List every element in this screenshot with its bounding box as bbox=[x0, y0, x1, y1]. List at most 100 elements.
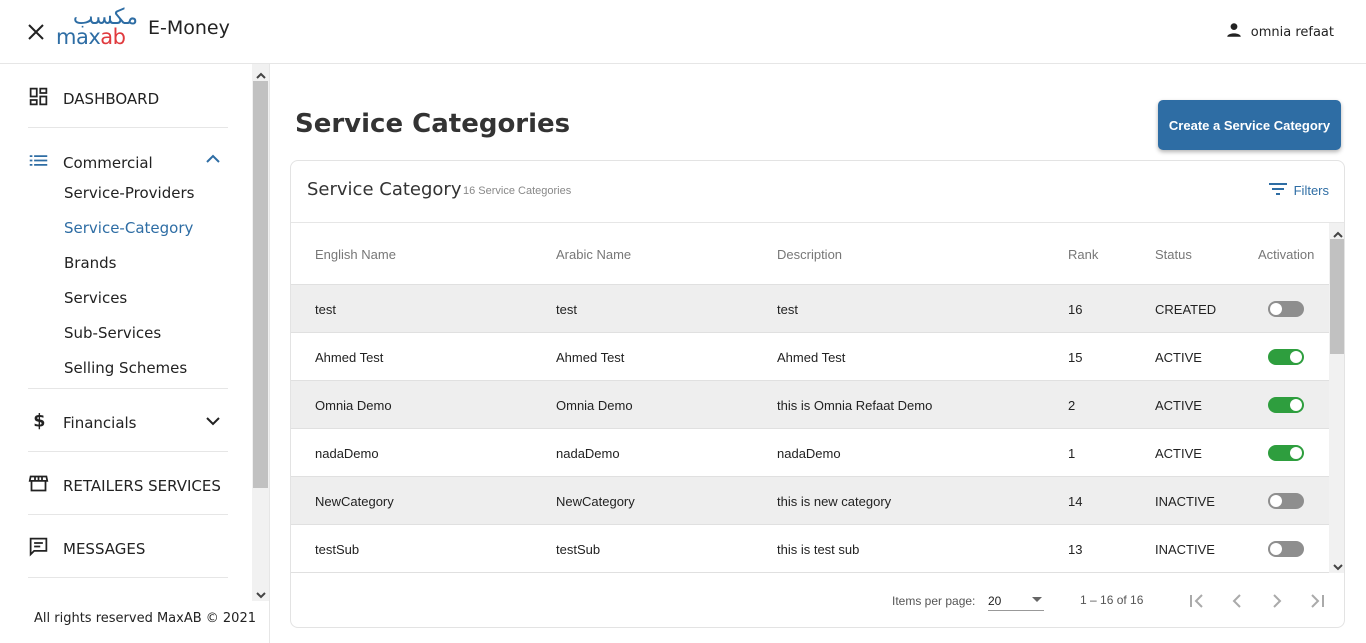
list-icon bbox=[28, 150, 49, 175]
cell-status: CREATED bbox=[1155, 302, 1217, 317]
copyright-text: All rights reserved MaxAB © 2021 bbox=[34, 611, 256, 626]
table-header-row: English Name Arabic Name Description Ran… bbox=[291, 223, 1329, 285]
message-icon bbox=[28, 536, 49, 561]
cell-arabic-name: NewCategory bbox=[556, 494, 635, 509]
items-per-page-label: Items per page: bbox=[892, 594, 976, 608]
service-category-card: Service Category 16 Service Categories F… bbox=[290, 160, 1345, 628]
cell-rank: 2 bbox=[1068, 398, 1076, 413]
filters-label: Filters bbox=[1293, 183, 1329, 198]
sidebar-item-retailers-services[interactable]: RETAILERS SERVICES bbox=[28, 473, 221, 498]
sidebar-subitem-brands[interactable]: Brands bbox=[64, 254, 117, 272]
cell-status: INACTIVE bbox=[1155, 494, 1215, 509]
sidebar-scrollbar-thumb[interactable] bbox=[253, 81, 268, 488]
last-page-icon[interactable] bbox=[1305, 589, 1329, 613]
cell-description: test bbox=[777, 302, 798, 317]
user-icon bbox=[1225, 21, 1243, 43]
divider bbox=[28, 514, 228, 515]
cell-arabic-name: Omnia Demo bbox=[556, 398, 633, 413]
cell-rank: 14 bbox=[1068, 494, 1083, 509]
dollar-icon: $ bbox=[28, 410, 49, 435]
sidebar-item-commercial[interactable]: Commercial bbox=[28, 150, 153, 175]
activation-toggle[interactable] bbox=[1268, 349, 1304, 365]
cell-arabic-name: testSub bbox=[556, 542, 601, 557]
cell-status: INACTIVE bbox=[1155, 542, 1215, 557]
logo-latin-text: maxab bbox=[56, 25, 126, 49]
cell-english-name: nadaDemo bbox=[315, 446, 379, 461]
svg-text:$: $ bbox=[33, 412, 45, 431]
page-range-label: 1 – 16 of 16 bbox=[1080, 593, 1144, 607]
cell-arabic-name: test bbox=[556, 302, 577, 317]
sidebar-item-label: Commercial bbox=[63, 153, 153, 172]
cell-description: this is test sub bbox=[777, 542, 860, 557]
cell-english-name: test bbox=[315, 302, 336, 317]
scroll-up-icon[interactable] bbox=[255, 68, 267, 86]
top-bar: مكسب maxab E-Money omnia refaat bbox=[0, 0, 1366, 64]
column-header-arabic-name[interactable]: Arabic Name bbox=[556, 247, 631, 262]
sidebar-item-label: Financials bbox=[63, 413, 137, 432]
table-row[interactable]: NewCategory NewCategory this is new cate… bbox=[291, 477, 1329, 525]
sidebar-item-financials[interactable]: $ Financials bbox=[28, 410, 137, 435]
first-page-icon[interactable] bbox=[1185, 589, 1209, 613]
cell-arabic-name: Ahmed Test bbox=[556, 350, 625, 365]
table-row[interactable]: testSub testSub this is test sub 13 INAC… bbox=[291, 525, 1329, 573]
sidebar-item-label: RETAILERS SERVICES bbox=[63, 476, 221, 495]
table-row[interactable]: nadaDemo nadaDemo nadaDemo 1 ACTIVE bbox=[291, 429, 1329, 477]
items-per-page-select[interactable]: 20 bbox=[988, 589, 1044, 611]
sidebar-subitem-services[interactable]: Services bbox=[64, 289, 127, 307]
cell-rank: 15 bbox=[1068, 350, 1083, 365]
close-icon[interactable] bbox=[26, 22, 46, 42]
dashboard-icon bbox=[28, 86, 49, 111]
column-header-description[interactable]: Description bbox=[777, 247, 842, 262]
column-header-status[interactable]: Status bbox=[1155, 247, 1192, 262]
maxab-logo: مكسب maxab bbox=[56, 5, 138, 49]
cell-status: ACTIVE bbox=[1155, 446, 1202, 461]
page-title: Service Categories bbox=[295, 109, 571, 139]
divider bbox=[28, 451, 228, 452]
next-page-icon[interactable] bbox=[1265, 589, 1289, 613]
column-header-english-name[interactable]: English Name bbox=[315, 247, 396, 262]
activation-toggle[interactable] bbox=[1268, 397, 1304, 413]
card-count: 16 Service Categories bbox=[463, 185, 572, 197]
sidebar: DASHBOARD Commercial Service-Providers S… bbox=[0, 64, 270, 643]
sidebar-item-label: MESSAGES bbox=[63, 539, 146, 558]
sidebar-subitem-sub-services[interactable]: Sub-Services bbox=[64, 324, 161, 342]
sidebar-item-messages[interactable]: MESSAGES bbox=[28, 536, 145, 561]
sidebar-subitem-selling-schemes[interactable]: Selling Schemes bbox=[64, 359, 187, 377]
activation-toggle[interactable] bbox=[1268, 445, 1304, 461]
table-scrollbar-thumb[interactable] bbox=[1330, 239, 1344, 354]
cell-description: nadaDemo bbox=[777, 446, 841, 461]
previous-page-icon[interactable] bbox=[1225, 589, 1249, 613]
chevron-down-icon[interactable] bbox=[204, 414, 222, 433]
user-menu[interactable]: omnia refaat bbox=[1225, 22, 1334, 42]
cell-description: this is Omnia Refaat Demo bbox=[777, 398, 933, 413]
filter-icon bbox=[1268, 182, 1288, 199]
items-per-page-value: 20 bbox=[988, 594, 1002, 608]
activation-toggle[interactable] bbox=[1268, 301, 1304, 317]
chevron-up-icon[interactable] bbox=[204, 152, 222, 171]
column-header-activation[interactable]: Activation bbox=[1258, 247, 1314, 262]
cell-english-name: Ahmed Test bbox=[315, 350, 384, 365]
scroll-up-icon[interactable] bbox=[1332, 227, 1344, 245]
cell-rank: 13 bbox=[1068, 542, 1083, 557]
card-title: Service Category bbox=[307, 179, 462, 200]
create-service-category-button[interactable]: Create a Service Category bbox=[1158, 100, 1341, 150]
scroll-down-icon[interactable] bbox=[255, 587, 267, 605]
sidebar-subitem-service-category[interactable]: Service-Category bbox=[64, 219, 193, 237]
table-row[interactable]: Omnia Demo Omnia Demo this is Omnia Refa… bbox=[291, 381, 1329, 429]
table-row[interactable]: test test test 16 CREATED bbox=[291, 285, 1329, 333]
sidebar-subitem-service-providers[interactable]: Service-Providers bbox=[64, 184, 194, 202]
activation-toggle[interactable] bbox=[1268, 541, 1304, 557]
cell-status: ACTIVE bbox=[1155, 398, 1202, 413]
filters-button[interactable]: Filters bbox=[1268, 182, 1329, 199]
sidebar-item-dashboard[interactable]: DASHBOARD bbox=[28, 86, 159, 111]
user-name: omnia refaat bbox=[1250, 24, 1334, 40]
scroll-down-icon[interactable] bbox=[1332, 559, 1344, 577]
cell-english-name: Omnia Demo bbox=[315, 398, 392, 413]
cell-arabic-name: nadaDemo bbox=[556, 446, 620, 461]
table-row[interactable]: Ahmed Test Ahmed Test Ahmed Test 15 ACTI… bbox=[291, 333, 1329, 381]
cell-status: ACTIVE bbox=[1155, 350, 1202, 365]
activation-toggle[interactable] bbox=[1268, 493, 1304, 509]
cell-description: Ahmed Test bbox=[777, 350, 846, 365]
cell-rank: 1 bbox=[1068, 446, 1076, 461]
column-header-rank[interactable]: Rank bbox=[1068, 247, 1098, 262]
